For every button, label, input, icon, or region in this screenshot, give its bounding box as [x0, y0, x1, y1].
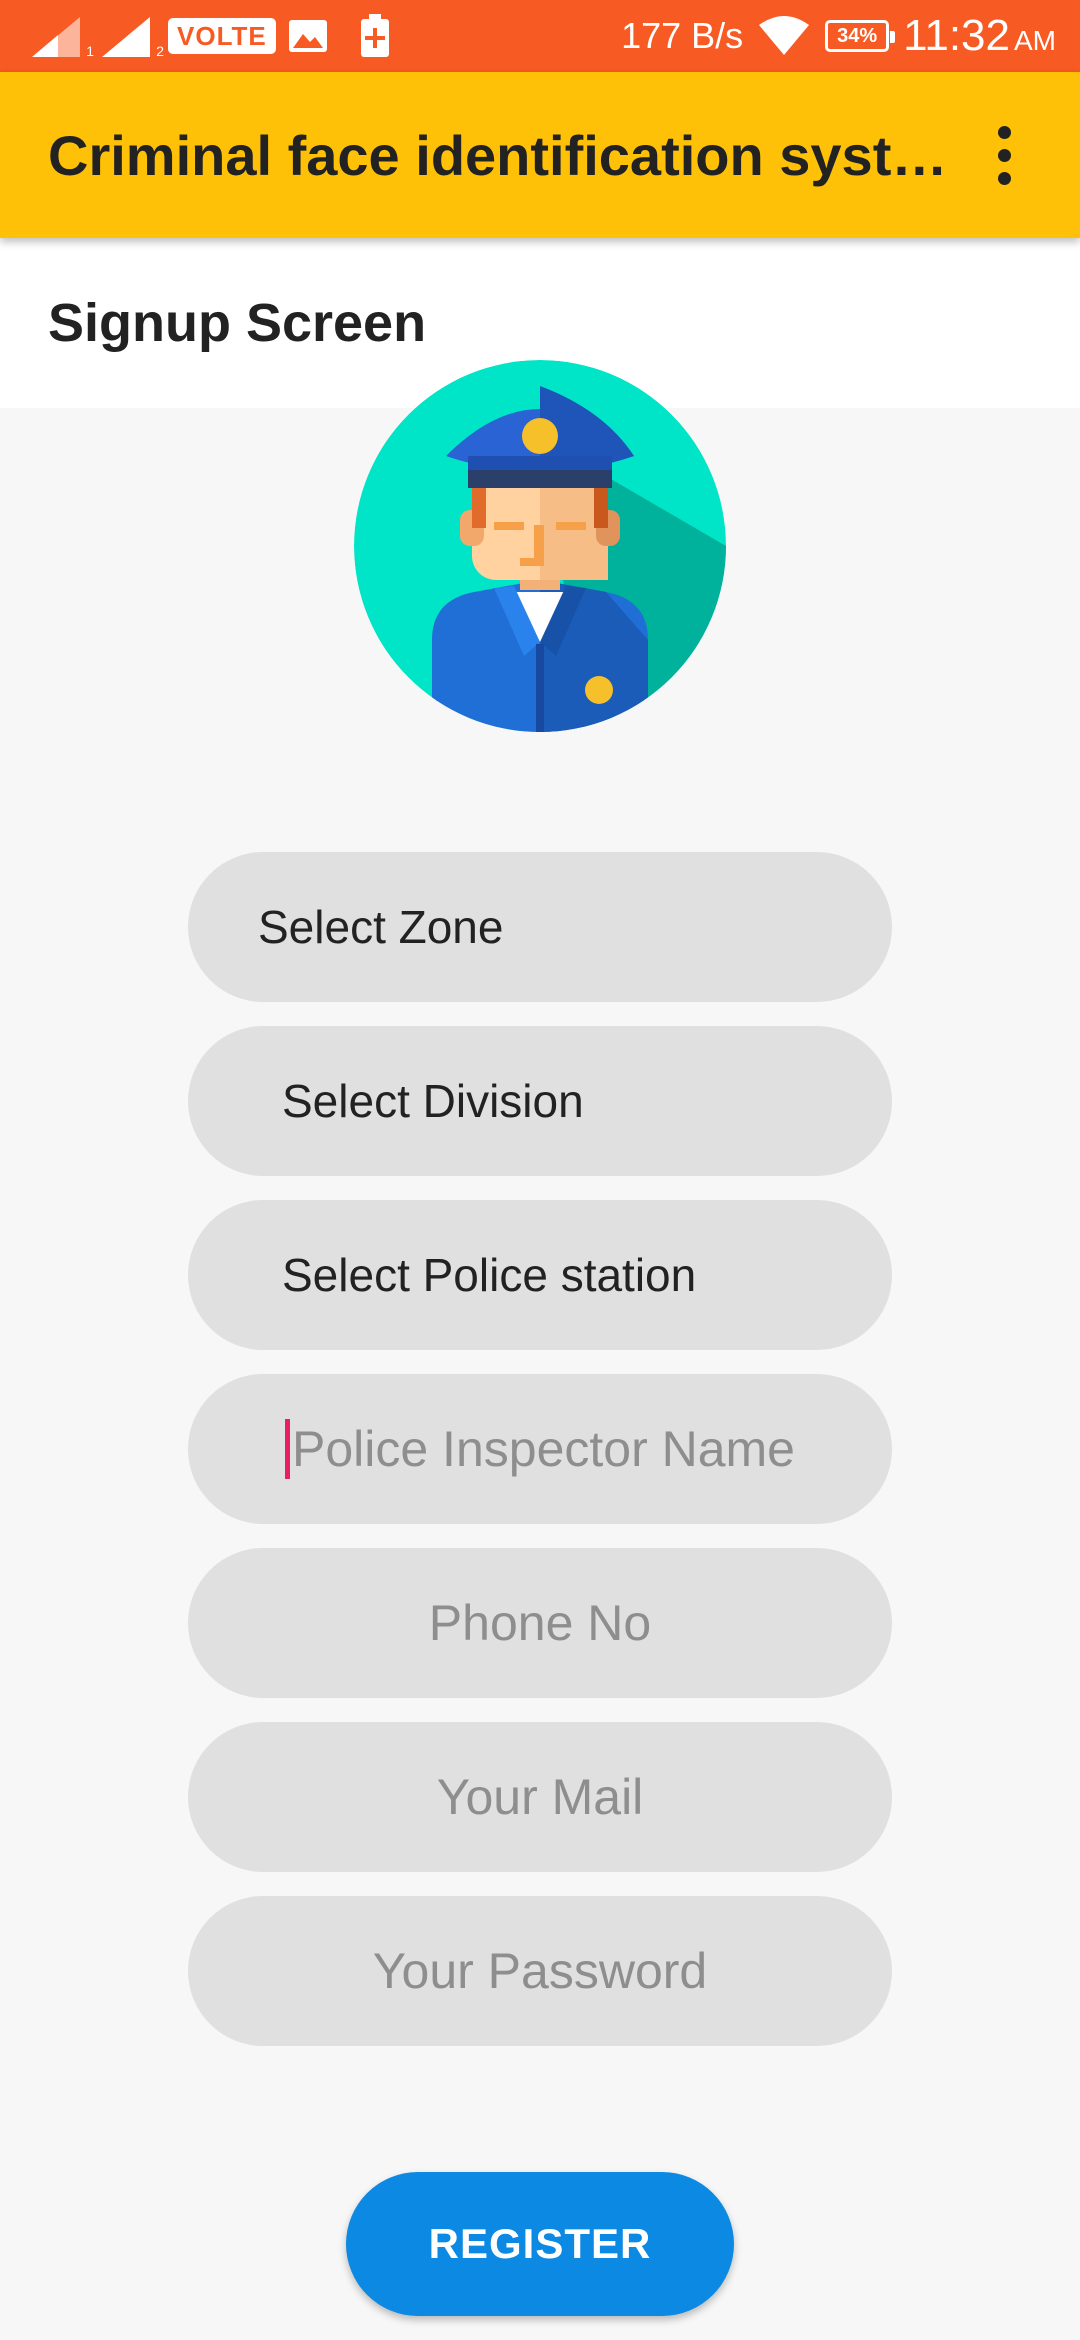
- network-speed: 177 B/s: [621, 15, 744, 56]
- zone-label: Select Zone: [258, 901, 504, 953]
- text-cursor: [284, 1419, 290, 1479]
- screen-title: Signup Screen: [48, 293, 427, 353]
- station-label: Select Police station: [282, 1249, 697, 1301]
- menu-dot: [997, 148, 1011, 162]
- menu-dot: [997, 125, 1011, 139]
- email-field[interactable]: Your Mail: [188, 1722, 892, 1872]
- inspector-name-field[interactable]: Police Inspector Name: [188, 1374, 892, 1524]
- signal-sim2-icon: 2: [98, 13, 164, 59]
- menu-dot: [997, 171, 1011, 185]
- app-title: Criminal face identification syst…: [48, 123, 948, 187]
- sim1-label: 1: [86, 43, 94, 59]
- status-bar: 1 2 VOLTE 177 B/s 34% 11:32 AM: [0, 0, 1080, 72]
- status-left: 1 2 VOLTE: [28, 13, 390, 59]
- image-notification-icon: [288, 19, 328, 53]
- inspector-name-placeholder: Police Inspector Name: [291, 1421, 795, 1477]
- zone-spinner[interactable]: Select Zone: [188, 852, 892, 1002]
- police-station-spinner[interactable]: Select Police station: [188, 1200, 892, 1350]
- wifi-icon: [757, 15, 811, 57]
- battery-level: 34%: [837, 24, 878, 47]
- division-spinner[interactable]: Select Division: [188, 1026, 892, 1176]
- status-right: 177 B/s 34% 11:32 AM: [621, 11, 1056, 61]
- battery-charging-notification-icon: [360, 14, 390, 58]
- clock: 11:32 AM: [903, 11, 1056, 61]
- app-bar: Criminal face identification syst…: [0, 72, 1080, 238]
- password-placeholder: Your Password: [372, 1943, 708, 1999]
- password-field[interactable]: Your Password: [188, 1896, 892, 2046]
- battery-icon: 34%: [825, 20, 896, 52]
- signup-screen: 1 2 VOLTE 177 B/s 34% 11:32 AM Criminal …: [0, 0, 1080, 2340]
- email-placeholder: Your Mail: [436, 1769, 644, 1825]
- division-label: Select Division: [282, 1075, 584, 1127]
- more-vert-icon[interactable]: [964, 72, 1044, 238]
- sim2-label: 2: [156, 43, 164, 59]
- phone-field[interactable]: Phone No: [188, 1548, 892, 1698]
- phone-placeholder: Phone No: [428, 1595, 652, 1651]
- clock-ampm: AM: [1014, 25, 1056, 56]
- volte-badge: VOLTE: [168, 18, 276, 54]
- clock-time: 11:32: [903, 11, 1010, 60]
- register-button[interactable]: REGISTER: [346, 2172, 734, 2316]
- signal-sim1-icon: 1: [28, 13, 94, 59]
- police-officer-avatar: [354, 360, 726, 732]
